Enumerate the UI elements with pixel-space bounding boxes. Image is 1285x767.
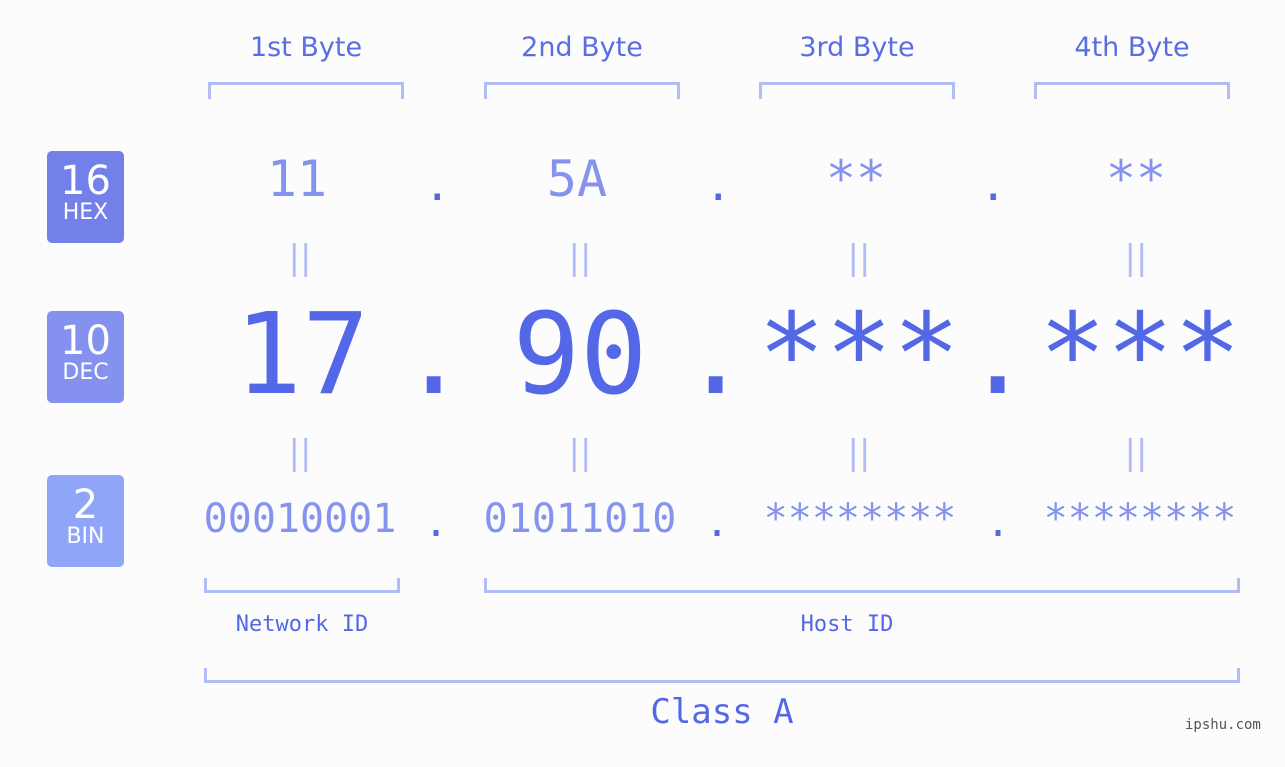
hex-base: 16 bbox=[60, 158, 111, 204]
bin-dot-3: . bbox=[986, 500, 1011, 546]
watermark: ipshu.com bbox=[1185, 717, 1261, 733]
bin-base: 2 bbox=[72, 482, 99, 528]
hex-byte-1: 11 bbox=[266, 150, 328, 208]
hex-byte-4: ** bbox=[1105, 150, 1167, 208]
bin-label: BIN bbox=[66, 524, 105, 549]
bin-dot-2: . bbox=[705, 500, 730, 546]
bin-byte-3: ******** bbox=[763, 496, 957, 542]
hex-label: HEX bbox=[62, 200, 109, 225]
class-label: Class A bbox=[650, 692, 794, 732]
dec-badge: 10 DEC bbox=[47, 311, 124, 403]
hex-dot-3: . bbox=[980, 160, 1007, 211]
hex-byte-2: 5A bbox=[546, 150, 608, 208]
dec-byte-2: 90 bbox=[512, 290, 648, 420]
equals-hex-dec-4: || bbox=[1124, 238, 1148, 278]
equals-hex-dec-2: || bbox=[568, 238, 592, 278]
equals-dec-bin-1: || bbox=[288, 433, 312, 473]
equals-hex-dec-1: || bbox=[288, 238, 312, 278]
dec-base: 10 bbox=[60, 318, 111, 364]
equals-hex-dec-3: || bbox=[847, 238, 871, 278]
byte-header-1: 1st Byte bbox=[249, 32, 363, 63]
bin-byte-1: 00010001 bbox=[203, 496, 397, 542]
byte-bracket-3 bbox=[759, 82, 955, 99]
bin-byte-2: 01011010 bbox=[483, 496, 677, 542]
host-id-label: Host ID bbox=[800, 612, 894, 637]
equals-dec-bin-2: || bbox=[568, 433, 592, 473]
byte-bracket-1 bbox=[208, 82, 404, 99]
dec-dot-1: . bbox=[400, 290, 468, 420]
byte-bracket-2 bbox=[484, 82, 680, 99]
equals-dec-bin-3: || bbox=[847, 433, 871, 473]
host-id-bracket bbox=[484, 578, 1240, 593]
hex-dot-2: . bbox=[705, 160, 732, 211]
byte-header-2: 2nd Byte bbox=[521, 32, 643, 63]
bin-byte-4: ******** bbox=[1043, 496, 1237, 542]
class-bracket bbox=[204, 668, 1240, 683]
byte-bracket-4 bbox=[1034, 82, 1230, 99]
dec-byte-1: 17 bbox=[234, 290, 370, 420]
byte-header-4: 4th Byte bbox=[1074, 32, 1190, 63]
bin-dot-1: . bbox=[424, 500, 449, 546]
hex-dot-1: . bbox=[424, 160, 451, 211]
hex-badge: 16 HEX bbox=[47, 151, 124, 243]
byte-header-3: 3rd Byte bbox=[799, 32, 915, 63]
bin-badge: 2 BIN bbox=[47, 475, 124, 567]
dec-dot-3: . bbox=[964, 290, 1032, 420]
dec-label: DEC bbox=[62, 360, 109, 385]
dec-dot-2: . bbox=[682, 290, 750, 420]
network-id-label: Network ID bbox=[235, 612, 369, 637]
network-id-bracket bbox=[204, 578, 400, 593]
equals-dec-bin-4: || bbox=[1124, 433, 1148, 473]
dec-byte-3: *** bbox=[757, 290, 961, 420]
hex-byte-3: ** bbox=[825, 150, 887, 208]
dec-byte-4: *** bbox=[1038, 290, 1242, 420]
